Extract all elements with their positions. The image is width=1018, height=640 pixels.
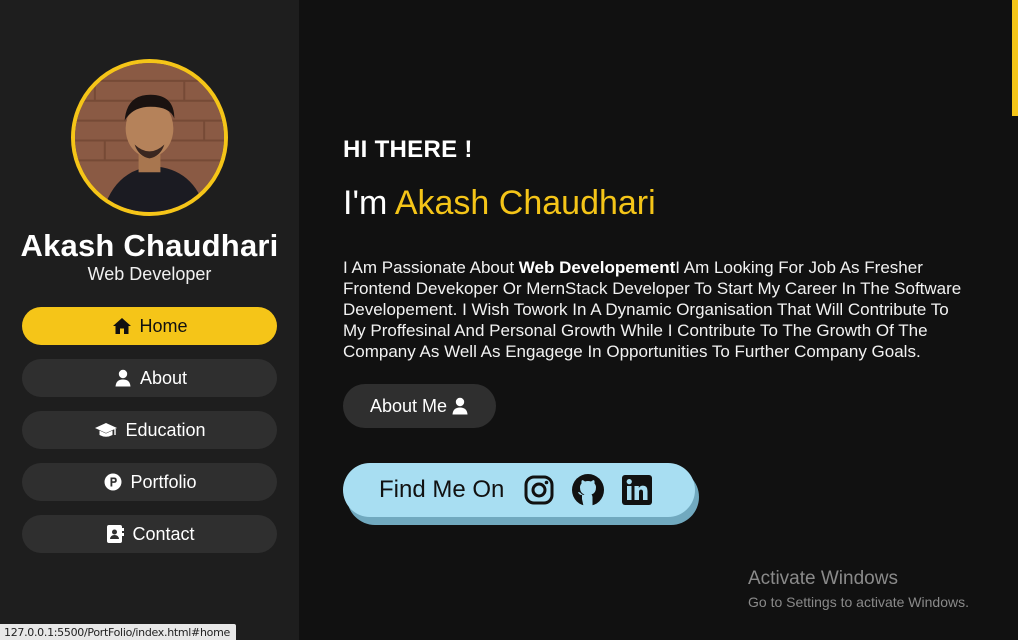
- scrollbar-thumb[interactable]: [1012, 0, 1018, 116]
- find-me-label: Find Me On: [379, 476, 505, 503]
- nav-item-label: Home: [139, 315, 188, 336]
- github-icon[interactable]: [571, 473, 605, 507]
- nav-item-label: Contact: [132, 523, 195, 544]
- nav-item-education[interactable]: Education: [22, 411, 277, 449]
- find-me-bar: Find Me On: [343, 463, 695, 517]
- sidebar-nav: Home About Education Portfolio Contact: [22, 307, 277, 567]
- instagram-icon[interactable]: [522, 473, 556, 507]
- watermark-subtitle: Go to Settings to activate Windows.: [748, 594, 969, 610]
- user-icon: [112, 368, 134, 388]
- bio-highlight: Web Developement: [518, 258, 676, 277]
- nav-item-label: About: [139, 367, 188, 388]
- hero-greeting: HI THERE !: [343, 136, 473, 163]
- graduation-cap-icon: [93, 420, 119, 440]
- intro-prefix: I'm: [343, 184, 388, 222]
- profile-role: Web Developer: [87, 264, 212, 284]
- address-book-icon: [104, 524, 126, 544]
- hero-intro: I'm Akash Chaudhari: [343, 184, 656, 223]
- nav-item-label: Education: [125, 419, 206, 440]
- user-icon: [451, 397, 469, 415]
- nav-item-about[interactable]: About: [22, 359, 277, 397]
- profile-photo: [75, 63, 224, 212]
- status-bar-url: 127.0.0.1:5500/PortFolio/index.html#home: [0, 624, 236, 640]
- linkedin-icon[interactable]: [620, 473, 654, 507]
- hero-bio: I Am Passionate About Web DevelopementI …: [343, 257, 973, 362]
- nav-item-portfolio[interactable]: Portfolio: [22, 463, 277, 501]
- sidebar: Akash Chaudhari Web Developer Home About…: [0, 0, 299, 640]
- profile-name: Akash Chaudhari: [20, 228, 279, 263]
- about-me-label: About Me: [369, 395, 448, 416]
- home-icon: [111, 316, 133, 336]
- nav-item-label: Portfolio: [130, 471, 197, 492]
- about-me-button[interactable]: About Me: [343, 384, 496, 428]
- product-hunt-icon: [102, 472, 124, 492]
- main-content: HI THERE ! I'm Akash Chaudhari I Am Pass…: [299, 0, 1018, 640]
- bio-text-start: I Am Passionate About: [343, 258, 519, 277]
- watermark-title: Activate Windows: [748, 568, 898, 589]
- intro-name: Akash Chaudhari: [394, 184, 656, 222]
- windows-activation-watermark: Activate Windows Go to Settings to activ…: [748, 568, 969, 610]
- nav-item-contact[interactable]: Contact: [22, 515, 277, 553]
- avatar: [71, 59, 228, 216]
- nav-item-home[interactable]: Home: [22, 307, 277, 345]
